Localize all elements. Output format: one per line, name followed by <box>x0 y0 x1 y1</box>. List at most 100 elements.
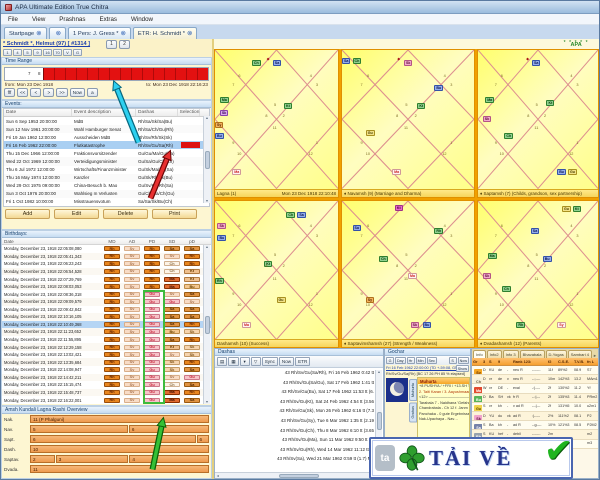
event-action-button[interactable]: Delete <box>103 209 148 220</box>
scroll-down-icon[interactable]: ▼ <box>205 400 208 404</box>
gochar-side-tab[interactable]: Grahas <box>409 402 417 423</box>
dashas-hscrollbar[interactable]: ◄ ► <box>215 472 383 478</box>
col-description[interactable]: Event description <box>72 109 136 116</box>
dasha-line[interactable]: 43 Rh/Sv/Gu(Ma), Sun 11 Mar 1962 9:50 tt… <box>215 435 374 445</box>
birthday-row[interactable]: Monday, December 23, 1918 22:14:42,211 R… <box>2 373 211 382</box>
info-row[interactable]: Sk D YU du vk ad R :|----- 2% 111%2 08.1 <box>472 411 598 422</box>
col-md[interactable]: MD <box>102 239 122 244</box>
chart-dvadashamsh[interactable]: Gu Kt Sa Ma Bu Ch Sk Rh Sy 6 7 4 3 9 10 1 12 5 8 2 11 ♦ Dvad… <box>477 199 599 348</box>
time-nav-button[interactable]: a <box>86 88 98 97</box>
etr-button[interactable]: ETR <box>295 357 311 366</box>
birthdays-scrollbar[interactable]: ▲ ▼ <box>203 245 210 404</box>
gochar-side-tab[interactable]: Muhurta <box>409 379 417 402</box>
tab-close-icon[interactable]: ⊗ <box>187 30 192 37</box>
scroll-up-icon[interactable]: ▲ <box>205 116 208 120</box>
col-selection[interactable]: Selection <box>178 109 200 116</box>
birthday-row[interactable]: Monday, December 23, 1918 22:11:23,652 R… <box>2 328 211 336</box>
scroll-down-icon[interactable]: ▼ <box>205 199 208 203</box>
birthday-row[interactable]: Monday, December 23, 1918 22:05:41,343 R… <box>2 252 211 261</box>
event-action-button[interactable]: Add <box>5 209 50 220</box>
info-tab[interactable]: Sambari 4 <box>567 350 592 358</box>
info-row[interactable]: Sa S Ba kh - ad R --g---- 10% 121%3 08.5 <box>472 421 598 431</box>
info-row[interactable]: Sy D KU de - neu R ------- 11f 89%2 08.9 <box>472 366 598 376</box>
info-row[interactable]: Ma W vr DE - exal -:|---- 2f 130%2 11.2 <box>472 384 598 394</box>
col-dashas[interactable]: Dashas <box>136 109 178 116</box>
chart-saptamsh[interactable]: ◆ Sa Ma Sk Kt Ch Bu Gu 6 7 4 3 9 10 1 12 5 8 2 11 ♦ Saptams… <box>477 49 599 198</box>
gochar-step-button[interactable]: Min <box>415 357 426 364</box>
birthday-row[interactable]: Monday, December 23, 1918 22:13:35,684 R… <box>2 358 211 366</box>
mini-button[interactable]: 5 <box>23 49 32 56</box>
document-tab[interactable]: ETR: H. Schmidt * ⊗ <box>132 27 198 39</box>
event-row[interactable]: Fri 16 Feb 1962 22:00:00 Flutkatastrophe… <box>4 141 209 150</box>
event-row[interactable]: Wed 29 Oct 1975 09:00:00 China-Besuch b.… <box>4 182 209 190</box>
event-row[interactable]: Sun 12 Nov 1961 20:00:00 Wahl Hamburger … <box>4 125 209 134</box>
time-range-unselected[interactable]: 7 8 <box>5 68 43 80</box>
dasha-line[interactable]: 43 Rh/Sv/Gu(Kt), Sat 24 Feb 1962 4:54 tt… <box>215 397 374 407</box>
info-tab[interactable]: Info2 <box>486 350 502 358</box>
time-range-selected[interactable] <box>43 68 208 80</box>
sync-button[interactable]: Sync <box>261 357 278 366</box>
birthday-row[interactable]: Monday, December 23, 1918 22:15:15,474 R… <box>2 381 211 389</box>
filter-icon[interactable]: ▽ <box>250 357 261 366</box>
birthday-row[interactable]: Monday, December 23, 1918 22:08:36,318 R… <box>2 290 211 298</box>
time-range-bar[interactable]: 7 8 <box>4 67 209 81</box>
event-action-button[interactable]: Print <box>152 209 197 220</box>
birthday-row[interactable]: Monday, December 23, 1918 22:15:48,737 R… <box>2 388 211 397</box>
gochar-step-button[interactable]: Day <box>395 357 406 364</box>
event-row[interactable]: Wed 22 Oct 1969 12:00:00 Verteidigungsmi… <box>4 157 209 166</box>
time-nav-button[interactable]: << <box>17 88 29 97</box>
chart-saptavimshamsh[interactable]: Kt Sa Rh Ch Ma Sy Sk Bu 6 7 4 3 9 10 1 12 5 8 2 11 ♦ Saptav… <box>341 199 475 348</box>
gochar-datetime-link[interactable]: Fri 16 Feb 1962 22:00:00 (TD +-59:08, GM… <box>385 366 456 371</box>
dasha-line[interactable]: 43 Rh/Sv/Gu(Sa/Rh), Fri 16 Feb 1962 0:42… <box>215 368 374 378</box>
col-pd[interactable]: PD <box>142 239 162 244</box>
document-tab[interactable]: Startpage ⊗ <box>4 27 47 39</box>
scroll-thumb[interactable] <box>204 315 210 334</box>
birthday-row[interactable]: Monday, December 23, 1918 22:13:02,421 R… <box>2 350 211 359</box>
person-link[interactable]: * Schmidt *, Helmut (97) [ #1314 ] <box>3 41 90 47</box>
gochar-mode-button[interactable]: Now <box>457 357 469 364</box>
document-tab[interactable]: 1 Pers: J. Gress * ⊗ <box>68 27 131 39</box>
col-date[interactable]: Date <box>2 239 102 244</box>
chart-navamsh[interactable]: Sa Ch ◆ Sk Bu Kt Gu Ma 6 7 4 3 9 10 1 12 5 8 2 11 ♦ Navamsh… <box>341 49 475 198</box>
birthday-row[interactable]: Monday, December 23, 1918 22:16:22,001 R… <box>2 396 211 404</box>
event-row[interactable]: Thu 15 Dec 1966 12:00:00 Fraktionsvorsit… <box>4 149 209 157</box>
time-nav-button[interactable]: < <box>30 88 42 97</box>
show-button[interactable]: Show <box>455 365 469 372</box>
birthday-row[interactable]: Monday, December 23, 1918 22:08:03,053 R… <box>2 282 211 291</box>
birthday-row[interactable]: Monday, December 23, 1918 22:05:08,080 R… <box>2 245 211 253</box>
dropdown-icon[interactable]: ▾ <box>239 357 250 366</box>
dasha-line[interactable]: 43 Rh/Sv/Gu(Sa/Gu), Sat 17 Feb 1962 1:41… <box>215 378 374 388</box>
page-button[interactable]: 2 <box>119 39 131 49</box>
col-date[interactable]: Date <box>4 109 72 116</box>
col-sd[interactable]: SD <box>162 239 182 244</box>
birthday-row[interactable]: Monday, December 23, 1918 22:11:55,895 R… <box>2 335 211 344</box>
gochar-step-button[interactable]: G <box>386 357 394 364</box>
event-row[interactable]: Fri 1 Oct 1982 10:00:00 Misstrauensvotum… <box>4 198 209 206</box>
document-tab[interactable]: ⊗ <box>48 27 67 39</box>
time-nav-button[interactable]: fff <box>4 88 15 97</box>
menu-item[interactable]: View <box>25 16 52 23</box>
mini-button[interactable]: V <box>63 49 72 56</box>
dasha-line[interactable]: 43 Rh/Sv/Gu(Sy), Tue 6 Mar 1962 1:35 tt … <box>215 416 374 426</box>
info-row[interactable]: Ch D vr de v neu R --;---- 10m 142%3 13.… <box>472 375 598 385</box>
info-tab[interactable]: D-Yogas <box>545 350 567 358</box>
menu-item[interactable]: File <box>1 16 25 23</box>
dasha-line[interactable]: 43 Rh/Sv/Gu(Ch), Thu 8 Mar 1962 6:10 tt … <box>215 426 374 436</box>
scroll-thumb[interactable] <box>204 150 210 169</box>
time-nav-button[interactable]: >> <box>56 88 68 97</box>
event-action-button[interactable]: Edit <box>54 209 99 220</box>
scroll-up-icon[interactable]: ▲ <box>377 370 380 374</box>
events-scrollbar[interactable]: ▲ ▼ <box>203 116 210 203</box>
event-row[interactable]: Thu 6 Jul 1972 12:00:00 Wirtschafts/Fina… <box>4 166 209 174</box>
scroll-up-icon[interactable]: ▲ <box>205 245 208 249</box>
info-tab[interactable]: Info 3 <box>502 350 519 358</box>
col-pd2[interactable]: pD <box>182 239 202 244</box>
info-tab[interactable]: Info <box>473 350 486 358</box>
event-row[interactable]: Thu 16 May 1974 12:00:00 Kanzler Gu/Sk/R… <box>4 173 209 182</box>
birthday-row[interactable]: Monday, December 23, 1918 22:07:29,769 R… <box>2 275 211 283</box>
menu-item[interactable]: Prashnas <box>52 16 92 23</box>
page-button[interactable]: 1 <box>106 39 118 49</box>
gochar-step-button[interactable]: Hr <box>406 357 415 364</box>
event-row[interactable]: Fri 19 Jan 1962 12:00:00 Ausscheiden MdB… <box>4 133 209 141</box>
dasha-line[interactable]: 43 Rh/Sv/Gu(Rh), Wed 14 Mar 1962 11:12 t… <box>215 445 374 455</box>
